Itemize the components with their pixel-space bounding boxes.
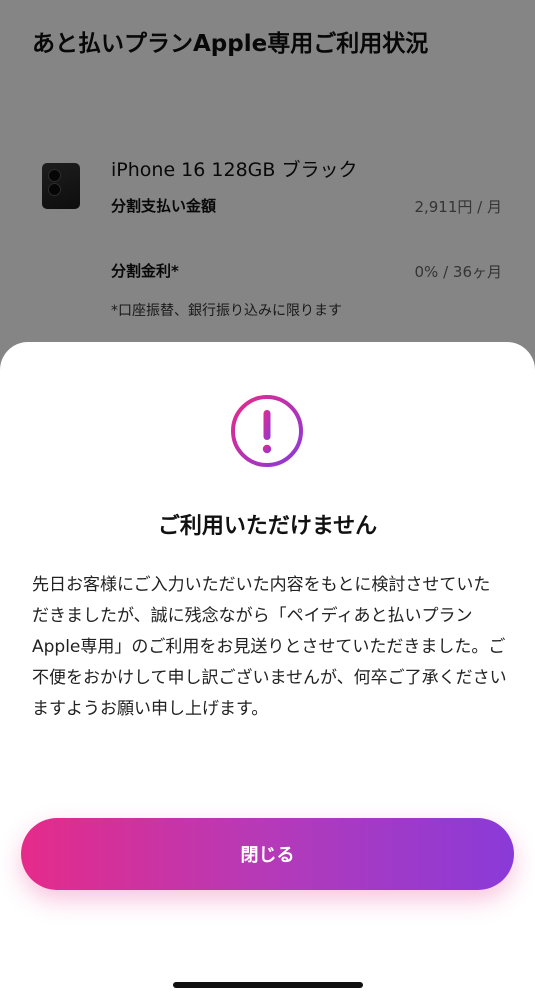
exclamation-circle-icon [231, 395, 303, 467]
home-indicator [173, 982, 363, 988]
bottom-sheet-dialog: ご利用いただけません 先日お客様にご入力いただいた内容をもとに検討させていただき… [0, 342, 535, 999]
close-button[interactable]: 閉じる [21, 818, 514, 890]
dialog-title: ご利用いただけません [157, 514, 378, 539]
dialog-message: 先日お客様にご入力いただいた内容をもとに検討させていただきましたが、誠に残念なが… [32, 575, 507, 719]
